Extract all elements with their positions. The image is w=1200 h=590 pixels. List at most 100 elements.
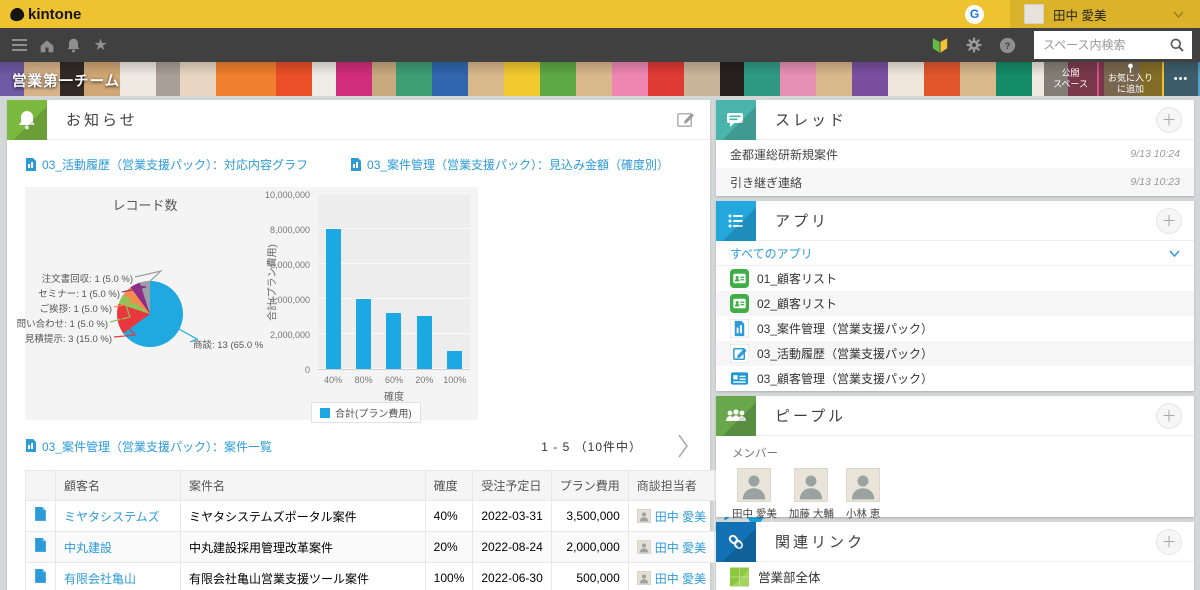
people-icon	[716, 396, 756, 436]
app-item-label: 03_顧客管理（営業支援パック）	[757, 370, 933, 387]
next-page-chevron-icon[interactable]	[676, 432, 690, 460]
pie-chart-title: レコード数	[65, 195, 225, 214]
add-thread-button[interactable]: ＋	[1156, 107, 1182, 133]
rep-cell-td: 田中 愛美	[628, 532, 714, 563]
app-amount-link[interactable]: 03_案件管理（営業支援パック）：見込み金額（確度別）	[350, 156, 669, 173]
google-badge[interactable]: G	[965, 5, 984, 24]
probability-cell: 20%	[425, 532, 473, 563]
bar-x-tick: 80%	[347, 375, 381, 385]
case-list-link[interactable]: 03_案件管理（営業支援パック）：案件一覧	[25, 438, 272, 455]
beginner-mark-icon[interactable]	[926, 28, 953, 62]
bar-x-tick: 20%	[407, 375, 441, 385]
case-table: 顧客名案件名確度受注予定日プラン費用商談担当者 ミヤタシステムズミヤタシステムズ…	[25, 470, 772, 590]
order-date-cell: 2022-06-30	[473, 563, 551, 590]
pie-callout: 商談: 13 (65.0 %	[193, 337, 263, 351]
notification-bell-icon[interactable]	[60, 28, 87, 62]
bar-y-tick: 10,000,000	[265, 190, 310, 200]
record-icon-cell	[26, 563, 56, 590]
record-icon-cell	[26, 501, 56, 532]
card-blue-icon	[730, 369, 749, 388]
all-apps-link[interactable]: すべてのアプリ	[716, 241, 1194, 266]
bar-chart[interactable]	[318, 195, 470, 370]
chevron-down-icon	[1169, 250, 1180, 257]
thread-panel: スレッド ＋ 金都運総研新規案件9/13 10:24引き継ぎ連絡9/13 10:…	[716, 100, 1194, 196]
app-item[interactable]: 03_案件管理（営業支援パック）	[716, 316, 1194, 341]
member-avatar	[846, 468, 880, 502]
user-avatar	[1024, 4, 1044, 24]
hamburger-menu-icon[interactable]	[6, 28, 33, 62]
kintone-logo-text: kintone	[28, 6, 81, 23]
space-cover: 営業第一チーム 公開スペース お気に入りに追加 •••	[0, 62, 1200, 96]
table-row: ミヤタシステムズミヤタシステムズポータル案件40%2022-03-313,500…	[26, 501, 772, 532]
bar-100%[interactable]	[447, 351, 462, 369]
record-file-icon	[34, 538, 47, 553]
rep-link[interactable]: 田中 愛美	[655, 539, 706, 556]
table-header-icon-col	[26, 471, 56, 501]
plan-cost-cell: 2,000,000	[551, 532, 628, 563]
apps-title: アプリ	[775, 210, 829, 231]
top-bar: kintone G 田中 愛美	[0, 0, 1200, 28]
bar-80%[interactable]	[356, 299, 371, 369]
public-space-button[interactable]: 公開スペース	[1044, 62, 1097, 96]
rep-avatar	[637, 571, 651, 585]
bar-y-tick: 6,000,000	[270, 260, 310, 270]
pencil-doc-icon	[730, 344, 749, 363]
app-item[interactable]: 03_顧客管理（営業支援パック）	[716, 366, 1194, 391]
thread-item[interactable]: 引き継ぎ連絡9/13 10:23	[716, 168, 1194, 196]
member[interactable]: 加藤 大輔	[789, 468, 834, 521]
table-header-0: 顧客名	[56, 471, 181, 501]
edit-announcement-icon[interactable]	[675, 109, 696, 130]
customer-link[interactable]: ミヤタシステムズ	[64, 510, 160, 524]
add-people-button[interactable]: ＋	[1156, 403, 1182, 429]
bar-40%[interactable]	[326, 229, 341, 369]
rep-wrap: 田中 愛美	[637, 539, 706, 556]
member[interactable]: 小林 恵	[846, 468, 880, 521]
space-title: 営業第一チーム	[12, 70, 120, 91]
add-link-button[interactable]: ＋	[1156, 529, 1182, 555]
bar-20%[interactable]	[417, 316, 432, 369]
add-app-button[interactable]: ＋	[1156, 208, 1182, 234]
more-options-button[interactable]: •••	[1164, 62, 1198, 96]
app-item[interactable]: 01_顧客リスト	[716, 266, 1194, 291]
pagination-label: 1 - 5 （10件中）	[541, 438, 642, 455]
people-panel: ピープル ＋ メンバー 田中 愛美加藤 大輔小林 恵	[716, 396, 1194, 517]
member[interactable]: 田中 愛美	[732, 468, 777, 521]
customer-link[interactable]: 中丸建設	[64, 541, 112, 555]
customer-list-green-icon	[730, 294, 749, 313]
user-menu[interactable]: 田中 愛美	[1010, 0, 1200, 28]
thread-title: スレッド	[775, 109, 847, 130]
app-item[interactable]: 03_活動履歴（営業支援パック）	[716, 341, 1194, 366]
record-icon-cell	[26, 532, 56, 563]
app-link-icon	[25, 158, 37, 172]
announcement-title: お知らせ	[66, 109, 138, 130]
bar-60%[interactable]	[386, 313, 401, 369]
home-icon[interactable]	[33, 28, 60, 62]
rep-link[interactable]: 田中 愛美	[655, 570, 706, 587]
space-search-box	[1034, 31, 1192, 59]
plan-cost-cell: 3,500,000	[551, 501, 628, 532]
chart-doc-blue-icon	[730, 319, 749, 338]
bar-x-tick: 40%	[316, 375, 350, 385]
related-link-item[interactable]: 営業部全体	[716, 562, 1194, 590]
customer-link[interactable]: 有限会社亀山	[64, 572, 136, 586]
search-input[interactable]	[1034, 38, 1162, 52]
pie-callout: 注文書回収: 1 (5.0 %)	[42, 271, 133, 285]
pie-chart[interactable]	[117, 281, 183, 347]
order-date-cell: 2022-08-24	[473, 532, 551, 563]
help-icon[interactable]: ?	[994, 28, 1021, 62]
case-name-cell: ミヤタシステムズポータル案件	[181, 501, 426, 532]
kintone-logo[interactable]: kintone	[10, 6, 81, 23]
add-to-favorites-button[interactable]: お気に入りに追加	[1099, 62, 1162, 96]
gear-icon[interactable]	[960, 28, 987, 62]
bar-y-tick: 2,000,000	[270, 330, 310, 340]
app-item-label: 03_案件管理（営業支援パック）	[757, 320, 933, 337]
app-item[interactable]: 02_顧客リスト	[716, 291, 1194, 316]
favorites-star-icon[interactable]: ★	[87, 28, 114, 62]
bar-y-axis-label: 合計(プラン費用)	[264, 233, 279, 333]
search-icon[interactable]	[1162, 31, 1192, 59]
app-graph-link[interactable]: 03_活動履歴（営業支援パック）：対応内容グラフ	[25, 156, 308, 173]
bar-y-tick: 8,000,000	[270, 225, 310, 235]
rep-link[interactable]: 田中 愛美	[655, 508, 706, 525]
thread-item[interactable]: 金都運総研新規案件9/13 10:24	[716, 140, 1194, 168]
apps-list-icon	[716, 201, 756, 241]
